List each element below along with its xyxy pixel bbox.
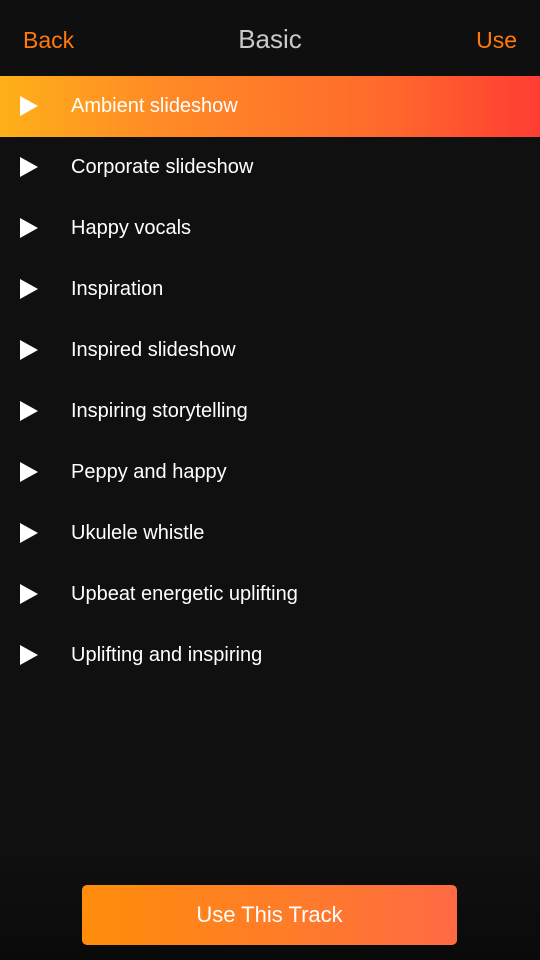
track-item[interactable]: Uplifting and inspiring [0,625,540,686]
top-bar: Back Basic Use [0,0,540,76]
track-item[interactable]: Inspired slideshow [0,320,540,381]
track-label: Inspired slideshow [71,339,236,361]
page-title: Basic [238,24,302,54]
play-icon[interactable] [19,584,39,604]
play-icon[interactable] [19,340,39,360]
play-icon[interactable] [19,157,39,177]
track-label: Ambient slideshow [71,95,238,117]
track-label: Inspiring storytelling [71,400,248,422]
play-icon[interactable] [19,523,39,543]
play-icon[interactable] [19,279,39,299]
play-icon[interactable] [19,218,39,238]
track-label: Corporate slideshow [71,156,254,178]
use-button[interactable]: Use [476,26,517,54]
track-item[interactable]: Ambient slideshow [0,76,540,137]
track-item[interactable]: Peppy and happy [0,442,540,503]
track-label: Happy vocals [71,217,192,239]
track-label: Uplifting and inspiring [71,644,263,666]
track-item[interactable]: Inspiring storytelling [0,381,540,442]
play-icon[interactable] [19,462,39,482]
track-label: Peppy and happy [71,461,227,483]
track-item[interactable]: Upbeat energetic uplifting [0,564,540,625]
track-label: Ukulele whistle [71,522,205,544]
track-item[interactable]: Happy vocals [0,198,540,259]
track-list: Ambient slideshow Corporate slideshow Ha… [0,76,540,686]
track-item[interactable]: Ukulele whistle [0,503,540,564]
play-icon[interactable] [19,96,39,116]
play-icon[interactable] [19,645,39,665]
track-label: Upbeat energetic uplifting [71,583,298,605]
track-item[interactable]: Inspiration [0,259,540,320]
use-this-track-button[interactable]: Use This Track [82,885,457,945]
play-icon[interactable] [19,401,39,421]
track-item[interactable]: Corporate slideshow [0,137,540,198]
track-picker-screen: Back Basic Use Ambient slideshow Corpora… [0,0,540,960]
track-label: Inspiration [71,278,164,300]
